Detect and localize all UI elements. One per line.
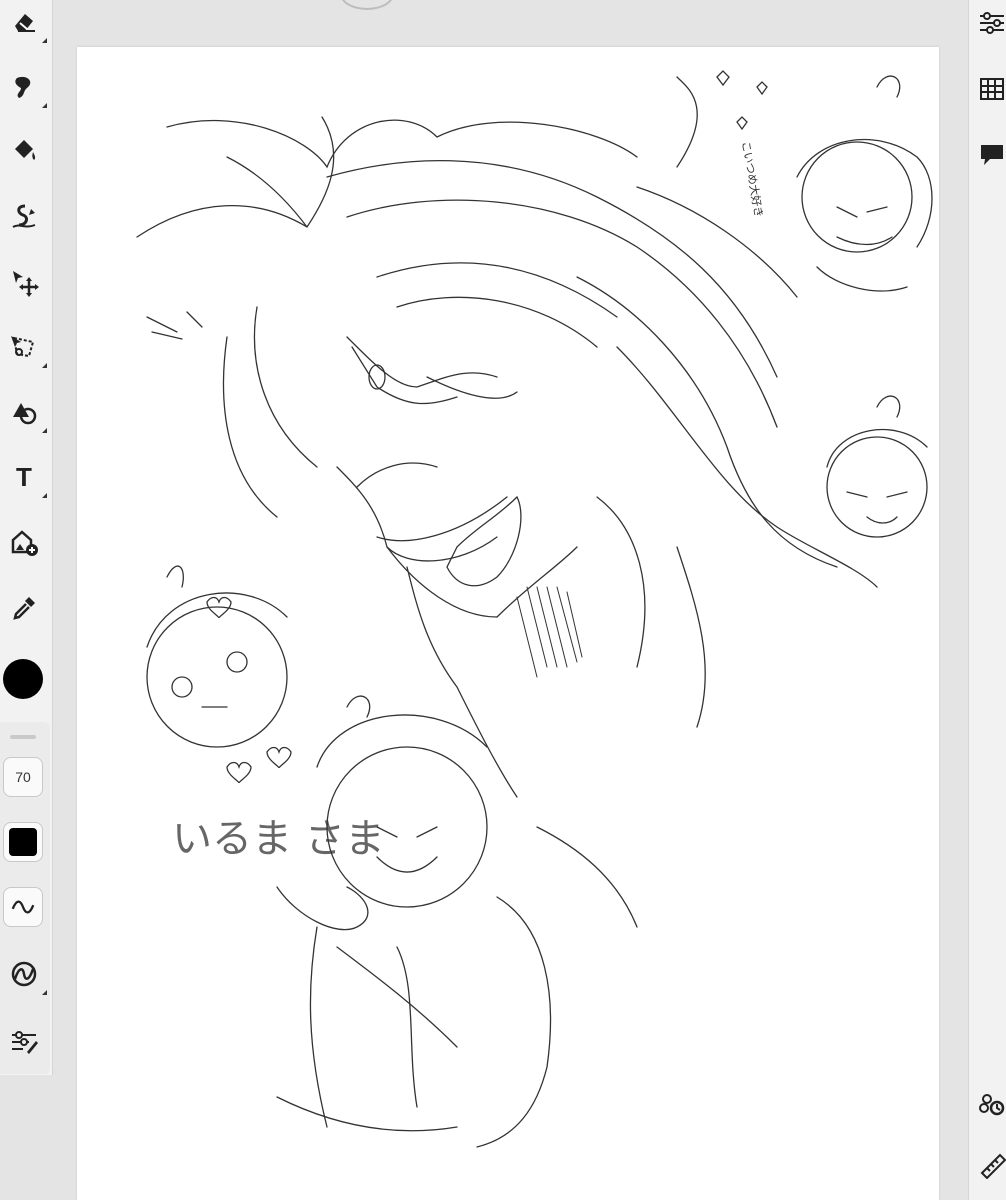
fill-color-swatch (9, 828, 37, 856)
transform-tool[interactable] (5, 263, 43, 301)
stroke-style-button[interactable] (3, 887, 43, 927)
current-color-swatch[interactable] (3, 659, 43, 699)
eraser-tool[interactable] (5, 3, 47, 43)
fill-bucket-icon (15, 140, 36, 160)
comment-button[interactable] (975, 137, 1006, 171)
text-tool[interactable]: T (5, 458, 47, 498)
grid-icon (980, 78, 1004, 100)
image-tool[interactable] (5, 524, 43, 562)
timelapse-button[interactable] (975, 1086, 1006, 1120)
shape-icon (13, 403, 37, 425)
stabilizer-tool[interactable] (5, 955, 47, 995)
timelapse-icon (979, 1094, 1005, 1116)
smudge-tool[interactable] (5, 68, 47, 108)
stabilizer-icon (11, 961, 37, 987)
grid-button[interactable] (975, 72, 1006, 106)
right-toolbar (968, 0, 1006, 1200)
adjustments-button[interactable] (975, 6, 1006, 40)
eraser-icon (15, 14, 35, 32)
smudge-icon (15, 76, 31, 98)
panel-grip[interactable] (10, 735, 36, 739)
side-note: こいつめ大好き (739, 140, 766, 218)
fill-tool[interactable] (5, 132, 43, 170)
brush-size-field[interactable]: 70 (3, 757, 43, 797)
eyedropper-icon (13, 597, 35, 620)
ruler-button[interactable] (975, 1148, 1006, 1182)
image-import-icon (11, 530, 38, 556)
shape-tool[interactable] (5, 393, 47, 433)
fill-color-button[interactable] (3, 822, 43, 862)
handwritten-text: いるま さま (172, 816, 385, 862)
move-transform-icon (13, 271, 39, 297)
lasso-select-icon (11, 336, 35, 358)
wave-icon (11, 900, 35, 914)
drawing-canvas[interactable]: いるま さま こいつめ大好き (77, 47, 939, 1200)
eyedropper-tool[interactable] (5, 589, 43, 627)
ruler-icon (980, 1153, 1006, 1179)
comment-icon (981, 145, 1003, 165)
text-icon: T (16, 461, 32, 492)
brush-settings-tool[interactable] (5, 1022, 43, 1060)
liquify-icon (12, 204, 36, 228)
sketch-artwork: いるま さま こいつめ大好き (136, 70, 933, 1148)
liquify-tool[interactable] (5, 197, 43, 235)
adjustments-icon (980, 12, 1004, 34)
selection-tool[interactable] (5, 328, 47, 368)
top-handle[interactable] (340, 0, 394, 10)
brush-settings-icon (12, 1031, 38, 1054)
